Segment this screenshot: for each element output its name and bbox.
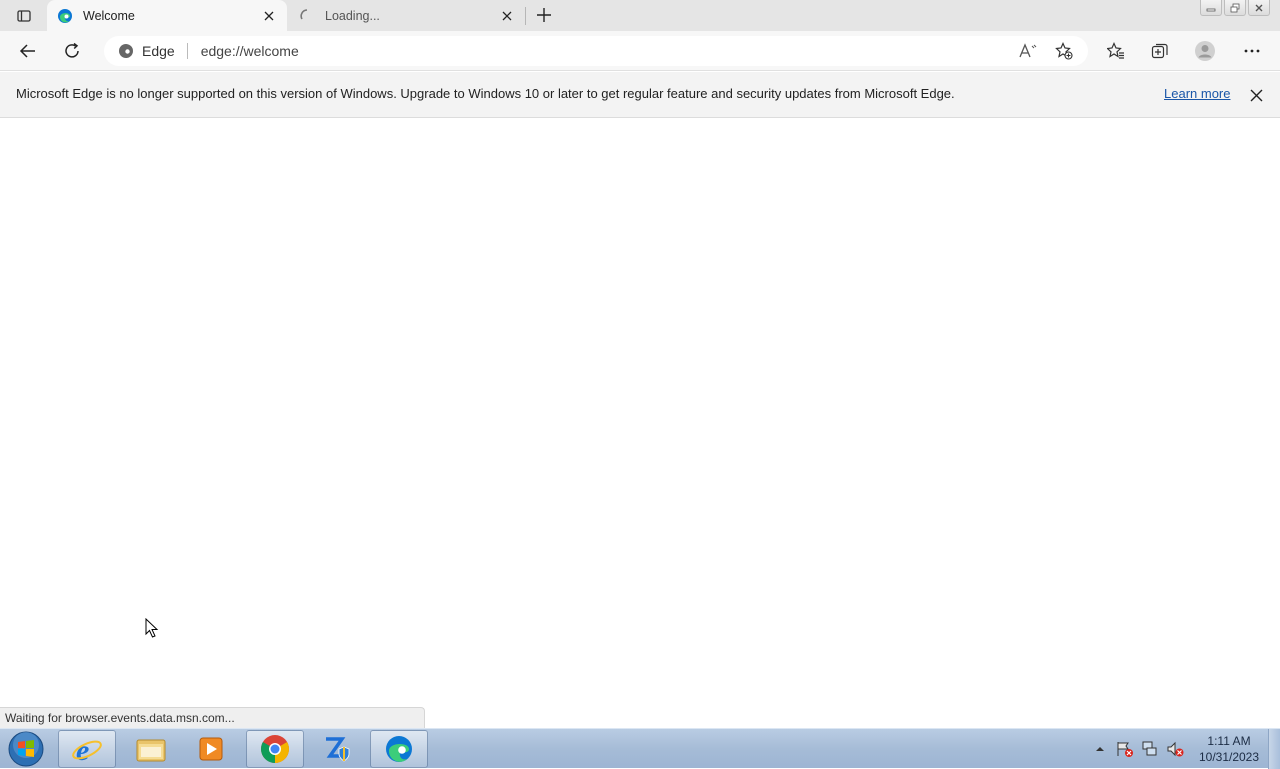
browser-window: Welcome Loading... Edge edge://welcome M…	[0, 0, 1280, 728]
folder-icon	[136, 739, 166, 762]
windows-start-orb-icon	[8, 731, 44, 767]
unsupported-os-infobar: Microsoft Edge is no longer supported on…	[0, 72, 1280, 118]
taskbar-media-player[interactable]	[182, 730, 240, 768]
page-content	[0, 118, 1280, 728]
taskbar-clock[interactable]: 1:11 AM 10/31/2023	[1194, 733, 1264, 765]
edge-logo-icon	[58, 9, 72, 23]
read-aloud-icon	[1019, 43, 1037, 58]
tab-loading[interactable]: Loading...	[289, 0, 525, 32]
add-favorite-button[interactable]	[1050, 37, 1078, 65]
clock-time: 1:11 AM	[1207, 734, 1251, 748]
close-icon	[502, 11, 512, 21]
restore-icon	[1230, 3, 1240, 12]
tab-close-button[interactable]	[499, 8, 515, 24]
tab-actions-icon	[17, 10, 31, 22]
collections-icon	[1151, 43, 1168, 59]
edge-logo-icon	[386, 736, 412, 762]
edge-logo-icon	[119, 44, 133, 58]
ellipsis-icon	[1244, 49, 1260, 53]
loading-spinner-icon	[300, 9, 308, 20]
url-text[interactable]: edge://welcome	[201, 43, 299, 59]
minimize-icon	[1206, 8, 1216, 11]
profile-icon	[1195, 41, 1215, 61]
network-icon	[1142, 741, 1157, 756]
refresh-icon	[65, 42, 79, 58]
tab-title: Welcome	[83, 9, 135, 23]
plus-icon	[537, 8, 551, 22]
mouse-cursor-icon	[145, 618, 159, 638]
windows-taskbar: e 1:11 AM 10/31/2023	[0, 728, 1280, 769]
tab-title: Loading...	[325, 9, 380, 23]
infobar-close-button[interactable]	[1246, 85, 1266, 105]
internet-explorer-icon: e	[72, 734, 102, 765]
tab-strip: Welcome Loading...	[0, 0, 1280, 32]
taskbar-file-explorer[interactable]	[122, 730, 180, 768]
clock-date: 10/31/2023	[1198, 750, 1260, 764]
chrome-icon	[261, 735, 289, 763]
taskbar-edge[interactable]	[370, 730, 428, 768]
system-tray: 1:11 AM 10/31/2023	[1090, 729, 1280, 769]
learn-more-link[interactable]: Learn more	[1164, 86, 1230, 101]
new-tab-button[interactable]	[533, 4, 555, 26]
volume-muted-icon	[1167, 741, 1184, 757]
back-arrow-icon	[19, 44, 35, 58]
tab-close-button[interactable]	[261, 8, 277, 24]
read-aloud-button[interactable]	[1014, 37, 1042, 65]
status-bubble: Waiting for browser.events.data.msn.com.…	[0, 707, 425, 728]
settings-more-button[interactable]	[1238, 37, 1266, 65]
window-close-button[interactable]	[1248, 0, 1270, 16]
profile-button[interactable]	[1191, 37, 1219, 65]
action-center-tray-icon[interactable]	[1115, 739, 1135, 759]
restore-button[interactable]	[1224, 0, 1246, 16]
collections-button[interactable]	[1146, 37, 1174, 65]
site-label: Edge	[142, 43, 175, 59]
show-hidden-icons-button[interactable]	[1090, 739, 1110, 759]
close-icon	[264, 11, 274, 21]
flag-error-icon	[1117, 742, 1133, 757]
taskbar-installer[interactable]	[308, 730, 366, 768]
tab-actions-button[interactable]	[10, 5, 38, 27]
refresh-button[interactable]	[58, 37, 86, 65]
site-identity-chip[interactable]: Edge	[118, 43, 175, 59]
installer-shield-icon	[326, 737, 350, 762]
address-divider	[186, 43, 188, 59]
back-button[interactable]	[14, 37, 42, 65]
navigation-toolbar: Edge edge://welcome	[0, 31, 1280, 71]
infobar-message: Microsoft Edge is no longer supported on…	[16, 86, 955, 101]
tab-welcome[interactable]: Welcome	[47, 0, 287, 32]
address-bar[interactable]: Edge edge://welcome	[104, 36, 1088, 66]
start-button[interactable]	[4, 730, 48, 768]
star-plus-icon	[1055, 42, 1073, 60]
window-controls	[1200, 0, 1270, 16]
network-tray-icon[interactable]	[1140, 739, 1160, 759]
minimize-button[interactable]	[1200, 0, 1222, 16]
close-icon	[1250, 89, 1262, 101]
close-icon	[1255, 4, 1263, 11]
taskbar-internet-explorer[interactable]: e	[58, 730, 116, 768]
show-desktop-button[interactable]	[1268, 729, 1280, 769]
tab-divider	[525, 7, 526, 25]
volume-tray-icon[interactable]	[1165, 739, 1185, 759]
chevron-up-icon	[1096, 747, 1104, 751]
taskbar-chrome[interactable]	[246, 730, 304, 768]
favorites-icon	[1107, 42, 1124, 59]
media-player-icon	[199, 737, 223, 761]
address-bar-actions	[1014, 37, 1078, 65]
favorites-button[interactable]	[1102, 37, 1130, 65]
